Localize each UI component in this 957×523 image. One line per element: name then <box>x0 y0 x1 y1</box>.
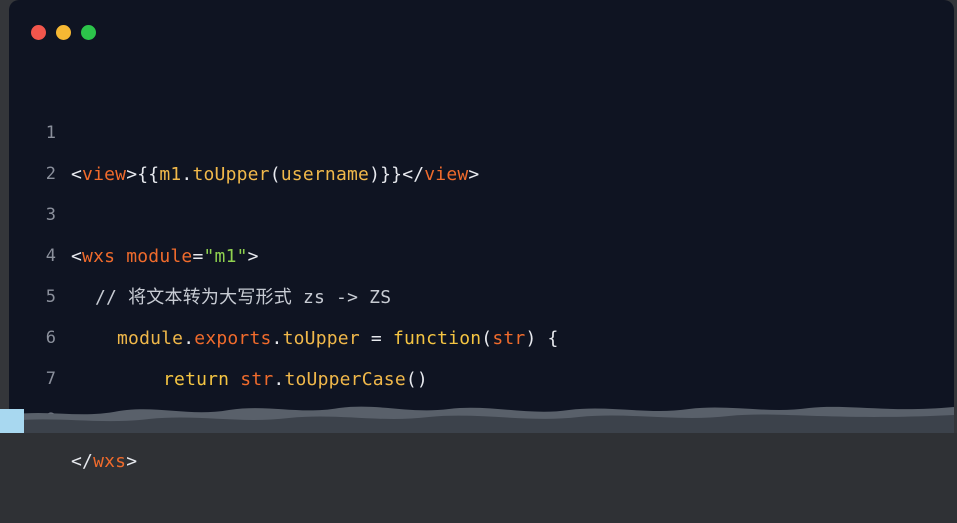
traffic-lights <box>31 25 96 40</box>
code-line-5: 5 module.exports.toUpper = function(str)… <box>9 236 954 349</box>
code-line-4: 4 // 将文本转为大写形式 zs -> ZS <box>9 195 954 308</box>
close-dot-icon[interactable] <box>31 25 46 40</box>
token: > <box>126 451 138 472</box>
code-line-1: 1 <view>{{m1.toUpper(username)}}</view> <box>9 72 954 185</box>
token: wxs <box>93 451 127 472</box>
zoom-dot-icon[interactable] <box>81 25 96 40</box>
code-line-6: 6 return str.toUpperCase() <box>9 277 954 390</box>
token: </ <box>71 451 94 472</box>
code-line-7: 7 } <box>9 318 954 431</box>
code-block: 1 <view>{{m1.toUpper(username)}}</view> … <box>9 72 954 472</box>
line-content: </wxs> <box>71 441 137 482</box>
code-line-2: 2 <box>9 113 954 184</box>
bottom-scenery <box>9 406 954 433</box>
code-line-8: 8 </wxs> <box>9 359 954 472</box>
minimize-dot-icon[interactable] <box>56 25 71 40</box>
left-edge-strip <box>0 409 24 433</box>
code-window: 1 <view>{{m1.toUpper(username)}}</view> … <box>9 0 954 472</box>
code-line-3: 3 <wxs module="m1"> <box>9 154 954 267</box>
screen-frame: 1 <view>{{m1.toUpper(username)}}</view> … <box>0 0 957 472</box>
